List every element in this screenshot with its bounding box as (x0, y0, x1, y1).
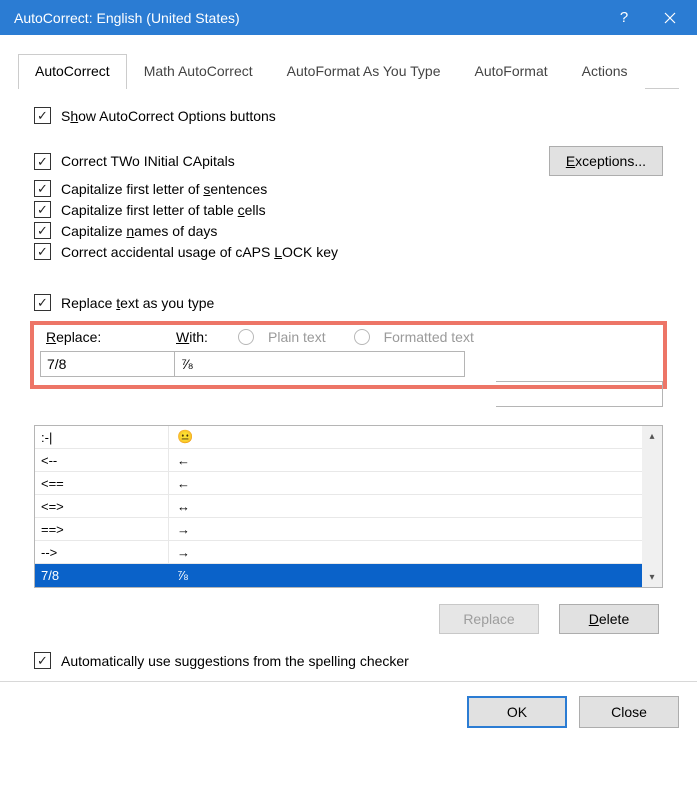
window-title: AutoCorrect: English (United States) (14, 10, 601, 26)
exceptions-button[interactable]: Exceptions... (549, 146, 663, 176)
close-icon (664, 12, 676, 24)
checkbox-names-of-days[interactable] (34, 222, 51, 239)
delete-button[interactable]: Delete (559, 604, 659, 634)
list-row[interactable]: :-|😐 (35, 426, 642, 449)
radio-plain-text (238, 329, 254, 345)
checkbox-caps-lock[interactable] (34, 243, 51, 260)
replace-with-highlight: Replace: With: Plain text Formatted text (30, 321, 667, 389)
list-cell-replace: ==> (35, 518, 169, 540)
radio-formatted-text (354, 329, 370, 345)
ok-button[interactable]: OK (467, 696, 567, 728)
label-two-initial-capitals: Correct TWo INitial CApitals (61, 153, 235, 169)
tab-strip: AutoCorrect Math AutoCorrect AutoFormat … (18, 53, 679, 89)
checkbox-show-options[interactable] (34, 107, 51, 124)
help-button[interactable]: ? (601, 0, 647, 35)
tab-autocorrect[interactable]: AutoCorrect (18, 54, 127, 89)
tab-actions[interactable]: Actions (565, 54, 645, 89)
label-first-letter-table-cells: Capitalize first letter of table cells (61, 202, 266, 218)
list-cell-with: ⅞ (169, 568, 642, 583)
list-scrollbar[interactable]: ▴ ▾ (642, 426, 662, 587)
list-row[interactable]: <==← (35, 472, 642, 495)
list-row[interactable]: <=>↔ (35, 495, 642, 518)
tab-autoformat-as-you-type[interactable]: AutoFormat As You Type (270, 54, 458, 89)
checkbox-spelling-suggestions[interactable] (34, 652, 51, 669)
with-input-extension (496, 381, 663, 407)
list-row[interactable]: 7/8⅞ (35, 564, 642, 587)
title-bar: AutoCorrect: English (United States) ? (0, 0, 697, 35)
close-window-button[interactable] (647, 0, 693, 35)
radio-formatted-text-label: Formatted text (384, 329, 474, 345)
list-cell-replace: <== (35, 472, 169, 494)
scroll-down-arrow[interactable]: ▾ (642, 567, 662, 587)
label-names-of-days: Capitalize names of days (61, 223, 217, 239)
replace-button: Replace (439, 604, 539, 634)
list-cell-replace: 7/8 (35, 564, 169, 587)
checkbox-two-initial-capitals[interactable] (34, 153, 51, 170)
checkbox-first-letter-table-cells[interactable] (34, 201, 51, 218)
label-spelling-suggestions: Automatically use suggestions from the s… (61, 653, 409, 669)
radio-plain-text-label: Plain text (268, 329, 326, 345)
list-cell-with: ↔ (169, 499, 642, 514)
autocorrect-list: :-|😐<--←<==←<=>↔==>→-->→7/8⅞ ▴ ▾ (34, 425, 663, 588)
scroll-up-arrow[interactable]: ▴ (642, 426, 662, 446)
replace-input[interactable] (40, 351, 175, 377)
list-cell-with: ← (169, 476, 642, 491)
with-input[interactable] (175, 351, 465, 377)
checkbox-replace-as-you-type[interactable] (34, 294, 51, 311)
list-cell-with: → (169, 522, 642, 537)
tab-autoformat[interactable]: AutoFormat (457, 54, 564, 89)
list-cell-replace: --> (35, 541, 169, 563)
list-cell-with: 😐 (169, 429, 642, 445)
with-label: With: (176, 329, 228, 345)
list-row[interactable]: -->→ (35, 541, 642, 564)
list-cell-replace: <=> (35, 495, 169, 517)
label-show-options: Show AutoCorrect Options buttons (61, 108, 276, 124)
list-row[interactable]: <--← (35, 449, 642, 472)
close-button[interactable]: Close (579, 696, 679, 728)
list-cell-replace: :-| (35, 426, 169, 448)
label-replace-as-you-type: Replace text as you type (61, 295, 214, 311)
replace-label: Replace: (46, 329, 166, 345)
tab-math-autocorrect[interactable]: Math AutoCorrect (127, 54, 270, 89)
checkbox-first-letter-sentences[interactable] (34, 180, 51, 197)
label-caps-lock: Correct accidental usage of cAPS LOCK ke… (61, 244, 338, 260)
dialog-footer: OK Close (0, 681, 697, 742)
list-cell-with: → (169, 545, 642, 560)
label-first-letter-sentences: Capitalize first letter of sentences (61, 181, 267, 197)
list-cell-replace: <-- (35, 449, 169, 471)
list-cell-with: ← (169, 453, 642, 468)
list-row[interactable]: ==>→ (35, 518, 642, 541)
